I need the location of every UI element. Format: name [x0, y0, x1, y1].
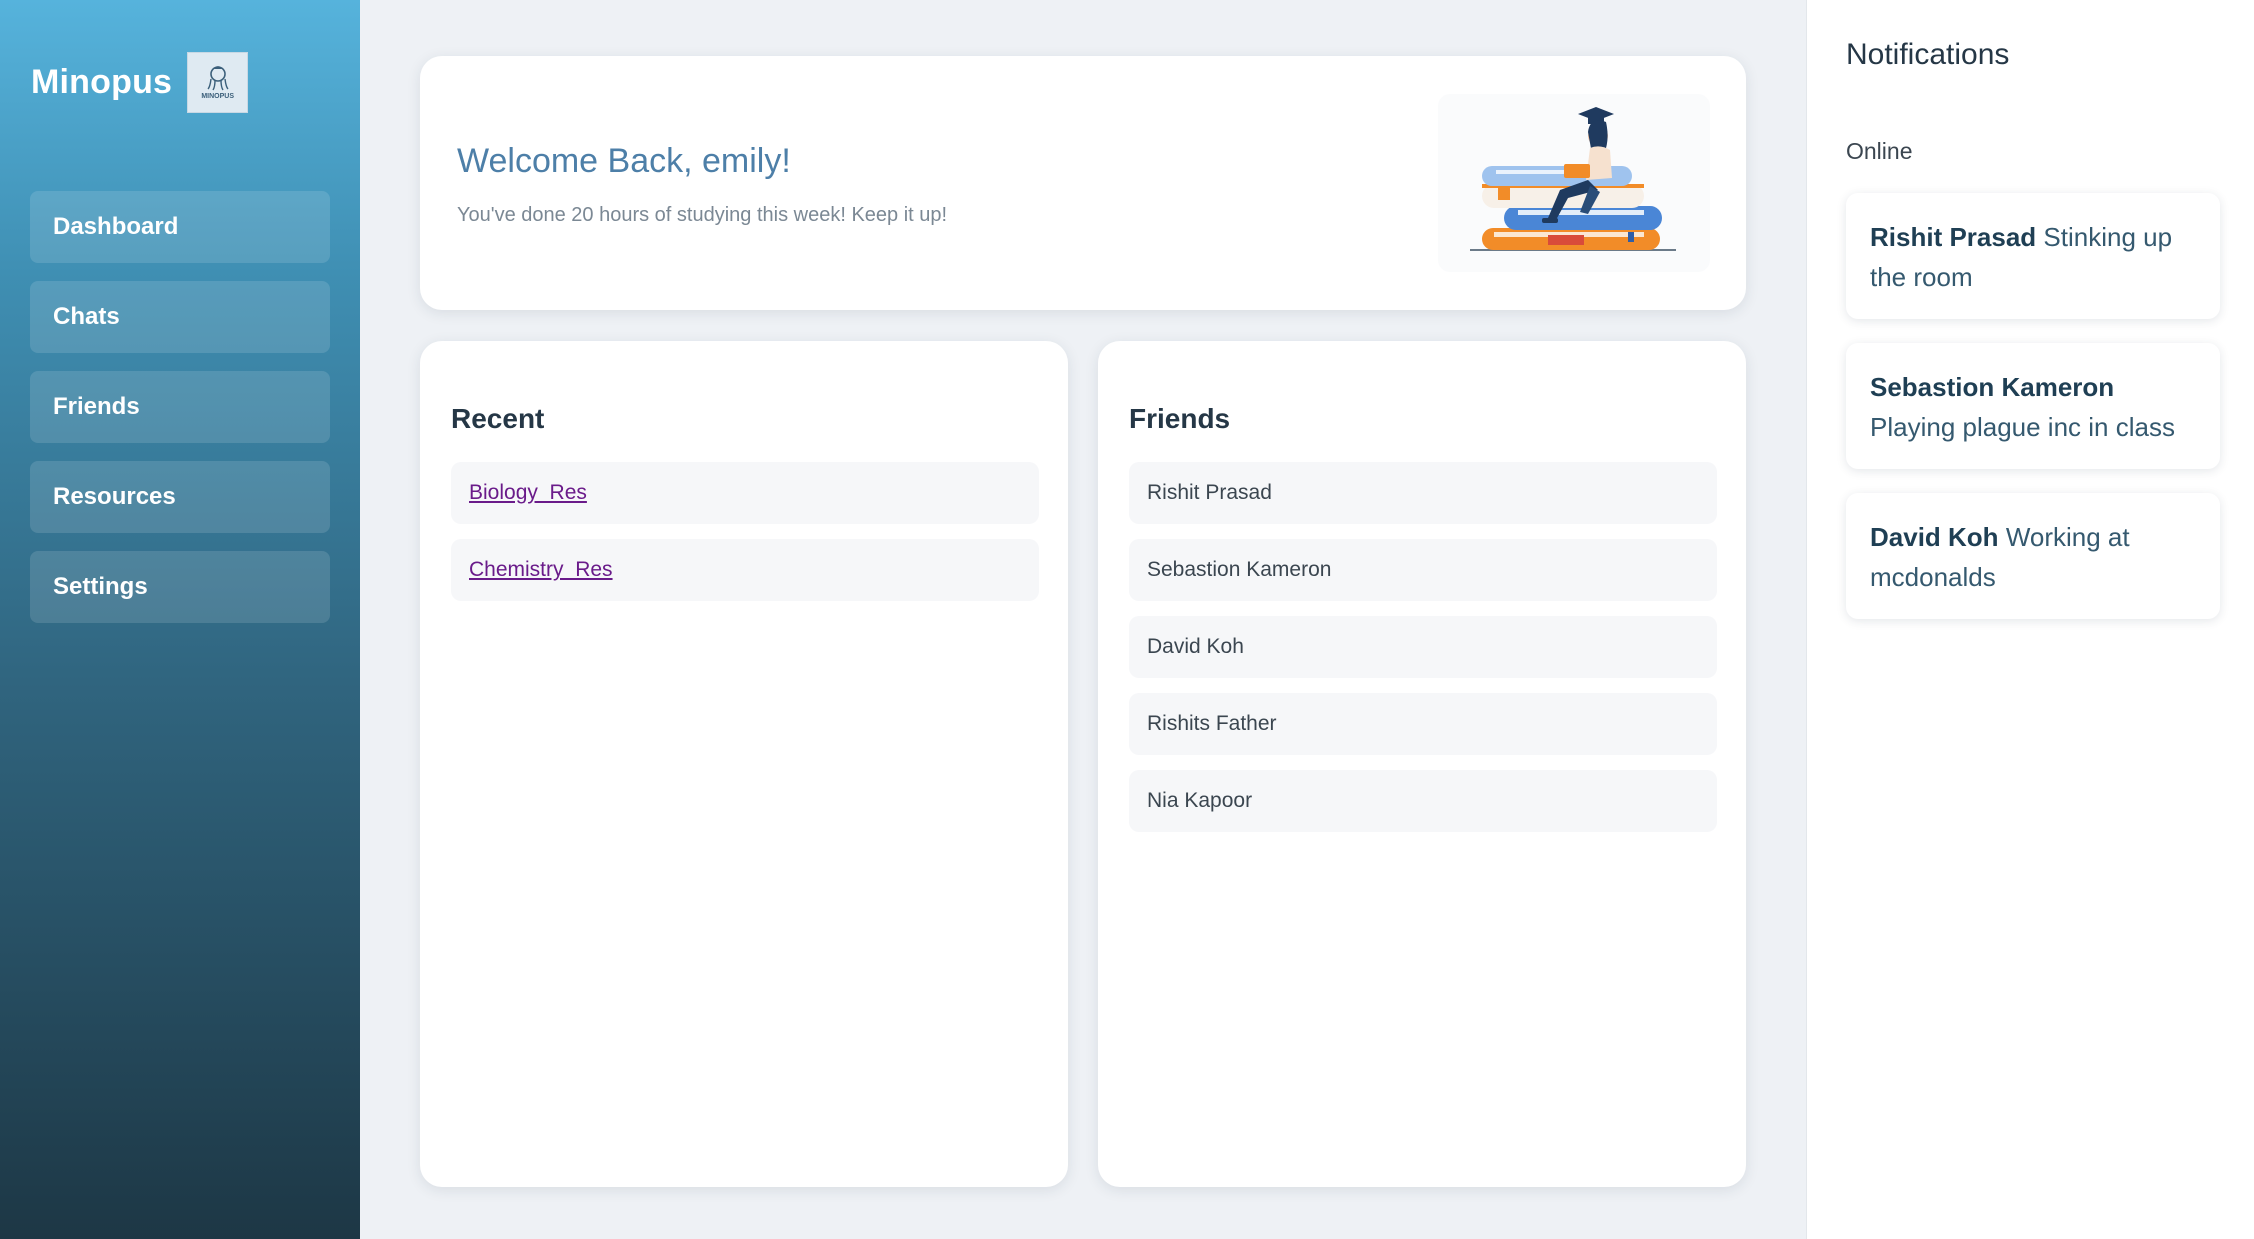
main-content: Welcome Back, emily! You've done 20 hour… — [360, 0, 1806, 1239]
sidebar-item-settings[interactable]: Settings — [30, 551, 330, 623]
recent-panel: Recent Biology_Res Chemistry_Res — [420, 341, 1068, 1187]
notifications-title: Notifications — [1846, 38, 2010, 71]
friends-panel: Friends Rishit Prasad Sebastion Kameron … — [1098, 341, 1746, 1187]
sidebar-nav: Dashboard Chats Friends Resources Settin… — [30, 191, 330, 641]
welcome-subtitle: You've done 20 hours of studying this we… — [457, 204, 948, 226]
brand-logo-text: MINOPUS — [201, 93, 234, 100]
sidebar-item-chats[interactable]: Chats — [30, 281, 330, 353]
friend-item[interactable]: Sebastion Kameron — [1129, 539, 1717, 601]
sidebar-item-friends[interactable]: Friends — [30, 371, 330, 443]
notifications-panel: Notifications Online Rishit Prasad Stink… — [1806, 0, 2254, 1239]
friend-item[interactable]: Rishit Prasad — [1129, 462, 1717, 524]
brand-name: Minopus — [31, 63, 173, 101]
sidebar-item-label: Friends — [53, 393, 140, 420]
sidebar-item-label: Settings — [53, 573, 148, 600]
notification-card[interactable]: David Koh Working at mcdonalds — [1846, 493, 2220, 619]
welcome-title: Welcome Back, emily! — [457, 142, 791, 180]
brand: Minopus MINOPUS — [31, 52, 249, 113]
online-section-label: Online — [1846, 138, 1913, 164]
notification-status: Playing plague inc in class — [1870, 412, 2175, 442]
student-reading-on-books-icon — [1438, 94, 1710, 272]
friend-item[interactable]: Nia Kapoor — [1129, 770, 1717, 832]
notification-list: Rishit Prasad Stinking up the room Sebas… — [1846, 193, 2220, 643]
recent-link-chemistry[interactable]: Chemistry_Res — [469, 558, 613, 582]
friend-item[interactable]: Rishits Father — [1129, 693, 1717, 755]
welcome-card: Welcome Back, emily! You've done 20 hour… — [420, 56, 1746, 310]
notification-name: Rishit Prasad — [1870, 222, 2037, 252]
friend-item[interactable]: David Koh — [1129, 616, 1717, 678]
notification-card[interactable]: Rishit Prasad Stinking up the room — [1846, 193, 2220, 319]
recent-link-biology[interactable]: Biology_Res — [469, 481, 587, 505]
sidebar-item-label: Dashboard — [53, 213, 179, 240]
sidebar-item-dashboard[interactable]: Dashboard — [30, 191, 330, 263]
sidebar-item-label: Resources — [53, 483, 176, 510]
friends-title: Friends — [1129, 403, 1231, 434]
friends-list: Rishit Prasad Sebastion Kameron David Ko… — [1129, 462, 1717, 847]
notification-name: David Koh — [1870, 522, 1999, 552]
list-item: Chemistry_Res — [451, 539, 1039, 601]
sidebar: Minopus MINOPUS Dashboard Chats Friends … — [0, 0, 360, 1239]
recent-title: Recent — [451, 403, 545, 434]
brand-logo: MINOPUS — [187, 52, 249, 113]
sidebar-item-resources[interactable]: Resources — [30, 461, 330, 533]
octopus-logo-icon — [207, 66, 229, 91]
notification-card[interactable]: Sebastion Kameron Playing plague inc in … — [1846, 343, 2220, 469]
notification-name: Sebastion Kameron — [1870, 372, 2115, 402]
sidebar-item-label: Chats — [53, 303, 120, 330]
recent-list: Biology_Res Chemistry_Res — [451, 462, 1039, 616]
list-item: Biology_Res — [451, 462, 1039, 524]
